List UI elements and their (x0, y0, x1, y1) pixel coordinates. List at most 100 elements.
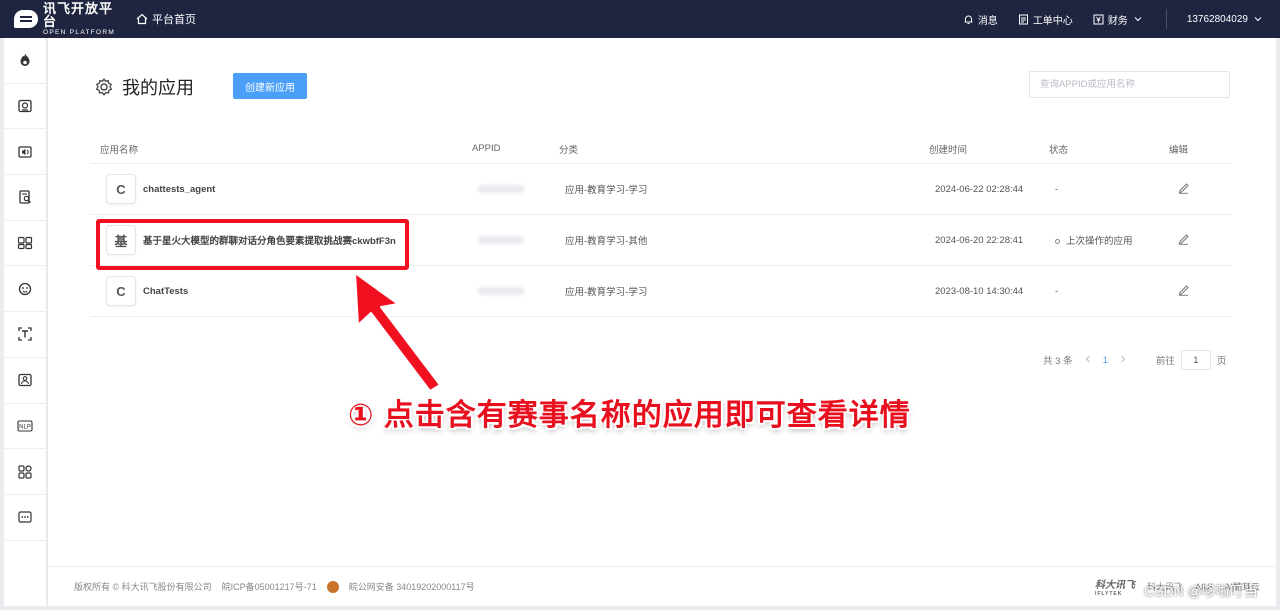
top-navbar: 讯飞开放平台 OPEN PLATFORM 平台首页 消息 工单中心 财务 137… (0, 0, 1280, 38)
app-category: 应用-教育学习-学习 (565, 287, 648, 298)
app-avatar: C (106, 276, 136, 306)
app-created-time: 2023-08-10 14:30:44 (935, 285, 1024, 297)
user-menu[interactable]: 13762804029 (1187, 14, 1262, 25)
pagination-total: 共 3 条 (1043, 356, 1073, 367)
page-number-current[interactable]: 1 (1103, 355, 1108, 366)
chevron-right-icon (1121, 355, 1126, 362)
header-appid: APPID (472, 143, 501, 154)
sidebar-item-apps[interactable] (4, 449, 46, 495)
page-title: 我的应用 (94, 74, 194, 100)
speaker-icon (18, 146, 32, 158)
header-category: 分类 (559, 144, 579, 156)
edit-icon (1178, 183, 1189, 194)
home-link[interactable]: 平台首页 (136, 11, 196, 27)
app-category: 应用-教育学习-其他 (565, 236, 648, 247)
finance-label: 财务 (1107, 15, 1128, 27)
footer-brand-en: IFLYTEK (1094, 591, 1123, 597)
header-edit: 编辑 (1169, 144, 1189, 156)
annotation-text: ① 点击含有赛事名称的应用即可查看详情 (348, 399, 911, 432)
svg-text:NLP: NLP (19, 424, 31, 430)
logo-subtitle: OPEN PLATFORM (43, 28, 116, 36)
csdn-watermark: CSDN @哆啦叮当 (1144, 583, 1258, 599)
finance-icon (1093, 14, 1104, 24)
appid-redacted (478, 185, 524, 193)
sidebar-item-text-recognition[interactable] (4, 175, 46, 221)
edit-button[interactable] (1177, 283, 1190, 299)
header-status: 状态 (1049, 144, 1069, 156)
nlp-icon: NLP (17, 420, 33, 432)
logo-title: 讯飞开放平台 (43, 0, 114, 29)
sidebar-item-more[interactable] (4, 495, 46, 541)
header-name: 应用名称 (100, 144, 139, 156)
status-dot-icon (1055, 238, 1060, 244)
app-created-time: 2024-06-20 22:28:41 (935, 234, 1024, 246)
main-content: 我的应用 创建新应用 应用名称 APPID 分类 创建时间 状态 编辑 C ch… (48, 38, 1276, 606)
sidebar-item-speech-synthesis[interactable] (4, 129, 46, 176)
divider (1165, 9, 1167, 29)
police-record-link[interactable]: 皖公网安备 34019202000117号 (349, 580, 475, 593)
iflytek-footer-logo: 科大讯飞 IFLYTEK (1095, 576, 1135, 597)
sidebar-item-face-compare[interactable] (4, 221, 46, 267)
app-created-time: 2024-06-22 02:28:44 (935, 183, 1024, 195)
apps-grid-icon (18, 464, 32, 479)
sidebar-item-speech-recognition[interactable] (4, 84, 46, 130)
flame-icon (20, 53, 30, 67)
messages-label: 消息 (977, 15, 998, 27)
more-icon (18, 511, 32, 523)
home-icon (136, 13, 148, 25)
finance-menu[interactable]: 财务 (1093, 12, 1146, 27)
edit-button[interactable] (1177, 232, 1190, 248)
chevron-down-icon (1254, 17, 1262, 22)
app-cell[interactable]: C ChatTests (106, 276, 188, 306)
text-recognition-icon (18, 327, 32, 342)
bell-icon (964, 15, 973, 24)
sidebar-item-nlp[interactable]: NLP (4, 404, 46, 450)
goto-label: 前往 (1155, 356, 1175, 367)
chevron-left-icon (1085, 355, 1090, 362)
app-name[interactable]: chattests_agent (143, 184, 215, 195)
appid-redacted (478, 236, 524, 244)
home-label: 平台首页 (152, 14, 196, 26)
app-status: - (1055, 285, 1059, 297)
app-status: 上次操作的应用 (1066, 236, 1133, 247)
table-row[interactable]: C ChatTests 应用-教育学习-学习 2023-08-10 14:30:… (90, 266, 1232, 317)
pagination: 共 3 条 1 前往 页 (1043, 350, 1226, 370)
app-status-cell: 上次操作的应用 (1055, 233, 1133, 247)
edit-button[interactable] (1177, 181, 1190, 197)
app-cell[interactable]: C chattests_agent (106, 174, 215, 204)
user-phone: 13762804029 (1186, 13, 1248, 25)
page-title-text: 我的应用 (122, 78, 194, 98)
sidebar-item-face-detection[interactable] (4, 266, 46, 313)
prev-page-button[interactable] (1085, 355, 1091, 366)
footer: 版权所有 © 科大讯飞股份有限公司 皖ICP备05001217号-71 皖公网安… (48, 566, 1276, 606)
chevron-down-icon (1134, 17, 1142, 22)
page-suffix: 页 (1216, 356, 1227, 367)
face-scan-icon (18, 282, 32, 295)
edit-icon (1178, 285, 1189, 296)
copyright-text: 版权所有 © 科大讯飞股份有限公司 (74, 582, 212, 592)
iflytek-cloud-icon (14, 8, 39, 30)
table-row[interactable]: C chattests_agent 应用-教育学习-学习 2024-06-22 … (90, 164, 1232, 215)
app-name[interactable]: ChatTests (143, 286, 188, 297)
ticket-center-label: 工单中心 (1032, 15, 1073, 27)
side-rail: NLP (4, 38, 47, 606)
messages-link[interactable]: 消息 (963, 12, 998, 27)
gear-icon (95, 78, 113, 96)
icp-link[interactable]: 皖ICP备05001217号-71 (222, 580, 317, 593)
image-icon (18, 374, 32, 387)
platform-logo[interactable]: 讯飞开放平台 OPEN PLATFORM (14, 2, 124, 37)
next-page-button[interactable] (1120, 355, 1126, 366)
header-created: 创建时间 (929, 144, 968, 156)
table-header: 应用名称 APPID 分类 创建时间 状态 编辑 (90, 134, 1232, 164)
sidebar-item-ocr[interactable] (4, 312, 46, 358)
ticket-center-link[interactable]: 工单中心 (1018, 12, 1073, 27)
search-input[interactable] (1029, 71, 1230, 98)
police-badge-icon (326, 580, 339, 593)
create-app-button[interactable]: 创建新应用 (233, 73, 307, 99)
page-jump-input[interactable] (1180, 350, 1211, 370)
sidebar-item-image[interactable] (4, 358, 46, 404)
sidebar-item-spark[interactable] (4, 38, 46, 84)
voice-recorder-icon (18, 99, 32, 113)
app-avatar: C (106, 174, 136, 204)
highlight-box (96, 219, 409, 270)
